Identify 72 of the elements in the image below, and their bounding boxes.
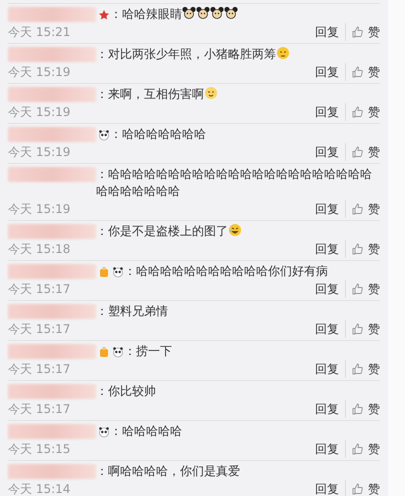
reply-link[interactable]: 回复: [309, 400, 345, 418]
reply-link[interactable]: 回复: [309, 63, 345, 81]
like-link[interactable]: 赞: [345, 400, 380, 418]
panda-icon: [98, 129, 110, 141]
thumbs-up-icon: [352, 363, 364, 375]
mouse-face-icon: [182, 6, 196, 20]
like-link[interactable]: 赞: [345, 103, 380, 121]
like-link[interactable]: 赞: [345, 200, 380, 218]
comment-time: 今天 15:17: [8, 281, 70, 298]
laughing-face-icon: [228, 223, 242, 237]
reply-link[interactable]: 回复: [309, 23, 345, 41]
comment-text: ：你是不是盗楼上的图了: [96, 223, 380, 240]
comment-text: ：哈哈哈哈哈哈哈: [110, 126, 207, 143]
thumbs-up-icon: [352, 483, 364, 495]
reply-link[interactable]: 回复: [309, 360, 345, 378]
comment-time: 今天 15:19: [8, 64, 70, 81]
emoji-face-icon: [204, 86, 218, 100]
comment-text: ：你比较帅: [96, 383, 157, 400]
panda-icon: [112, 346, 124, 358]
panda-icon: [98, 426, 110, 438]
like-link[interactable]: 赞: [345, 440, 380, 458]
thumbs-up-icon: [352, 243, 364, 255]
comment-time: 今天 15:21: [8, 24, 70, 41]
comment-time: 今天 15:19: [8, 104, 70, 121]
like-link[interactable]: 赞: [345, 23, 380, 41]
thumbs-up-icon: [352, 146, 364, 158]
panda-icon: [112, 266, 124, 278]
comment-text: ：哈哈哈哈哈哈哈哈哈哈哈你们好有病: [124, 263, 329, 280]
comment-time: 今天 15:18: [8, 241, 70, 258]
reply-link[interactable]: 回复: [309, 280, 345, 298]
comment-text: ：捞一下: [124, 343, 173, 360]
comment-text: ：对比两张少年照，小猪略胜两筹: [96, 46, 380, 63]
thumbs-up-icon: [352, 203, 364, 215]
comment-time: 今天 15:19: [8, 201, 70, 218]
like-link[interactable]: 赞: [345, 280, 380, 298]
thumbs-up-icon: [352, 323, 364, 335]
like-link[interactable]: 赞: [345, 240, 380, 258]
emoji-face-icon: [276, 46, 290, 60]
comment-time: 今天 15:19: [8, 144, 70, 161]
comment-time: 今天 15:15: [8, 441, 70, 458]
thumbs-up-icon: [352, 283, 364, 295]
comment-time: 今天 15:17: [8, 321, 70, 338]
like-link[interactable]: 赞: [345, 480, 380, 496]
comment-text: ：塑料兄弟情: [96, 303, 169, 320]
comment-time: 今天 15:17: [8, 401, 70, 418]
comment-text: ：来啊，互相伤害啊: [96, 86, 380, 103]
like-link[interactable]: 赞: [345, 143, 380, 161]
mouse-face-icon: [196, 6, 210, 20]
thumbs-up-icon: [352, 443, 364, 455]
like-link[interactable]: 赞: [345, 360, 380, 378]
star-icon: [98, 9, 110, 21]
comment-text: ：啊哈哈哈哈，你们是真爱: [96, 463, 241, 480]
like-link[interactable]: 赞: [345, 320, 380, 338]
thumbs-up-icon: [352, 26, 364, 38]
reply-link[interactable]: 回复: [309, 143, 345, 161]
reply-link[interactable]: 回复: [309, 240, 345, 258]
like-link[interactable]: 赞: [345, 63, 380, 81]
reply-link[interactable]: 回复: [309, 320, 345, 338]
reply-link[interactable]: 回复: [309, 440, 345, 458]
thumbs-up-icon: [352, 403, 364, 415]
mouse-face-icon: [224, 6, 238, 20]
mouse-face-icon: [210, 6, 224, 20]
reply-link[interactable]: 回复: [309, 200, 345, 218]
comment-time: 今天 15:17: [8, 361, 70, 378]
comment-text: ：哈哈哈哈哈哈哈哈哈哈哈哈哈哈哈哈哈哈哈哈哈哈哈哈哈哈哈哈哈: [96, 166, 373, 200]
reply-link[interactable]: 回复: [309, 103, 345, 121]
comment-text: ：哈哈辣眼睛: [110, 6, 380, 23]
thumbs-up-icon: [352, 66, 364, 78]
comment-time: 今天 15:14: [8, 481, 70, 496]
comment-text: ：哈哈哈哈哈: [110, 423, 183, 440]
thumbs-up-icon: [352, 106, 364, 118]
reply-link[interactable]: 回复: [309, 480, 345, 496]
